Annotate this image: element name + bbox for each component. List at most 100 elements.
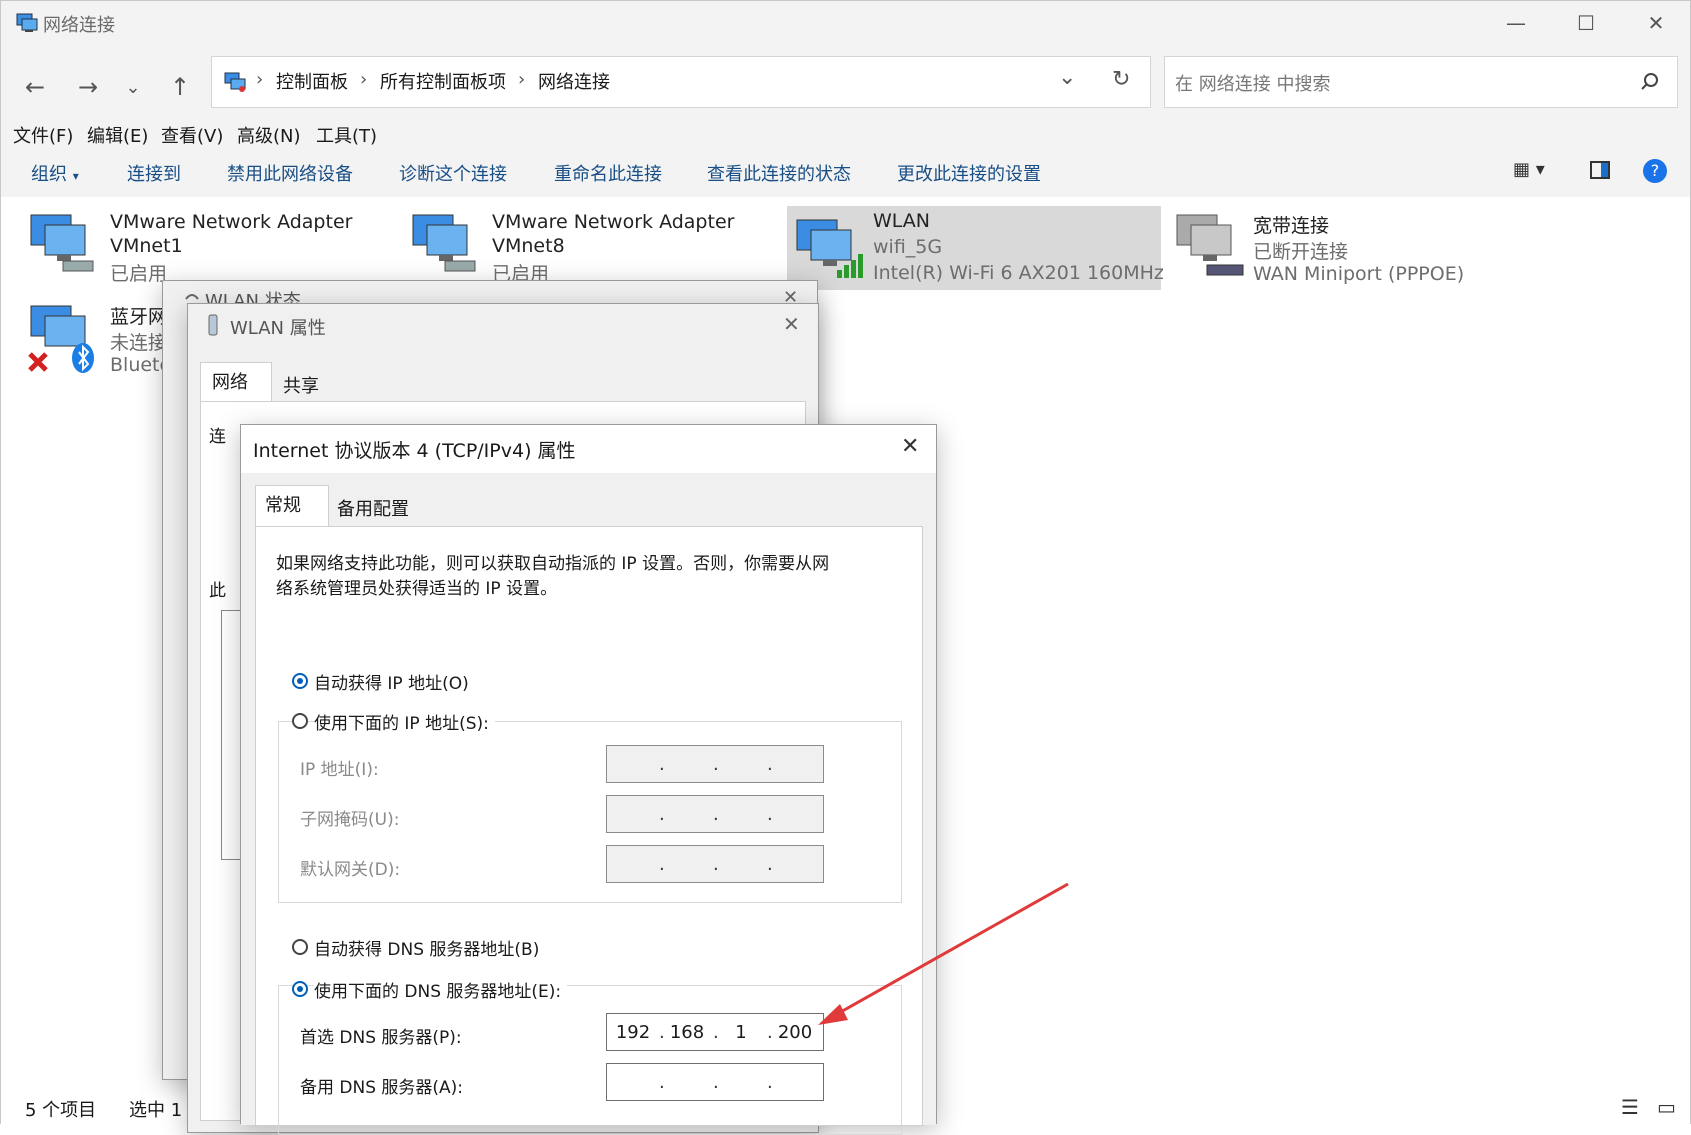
bluetooth-adapter-icon xyxy=(28,305,94,373)
up-button[interactable]: ↑ xyxy=(162,69,198,105)
view-options-icon[interactable]: ▦ ▾ xyxy=(1513,159,1545,180)
arrow-up-icon: ↑ xyxy=(169,73,191,101)
manual-dns-radio[interactable] xyxy=(292,981,308,997)
back-button[interactable]: ← xyxy=(17,69,53,105)
organize-button[interactable]: 组织 ▾ xyxy=(31,160,79,186)
large-icons-view-icon[interactable]: ▭ xyxy=(1657,1095,1676,1119)
default-gateway-label: 默认网关(D): xyxy=(300,860,401,880)
maximize-button[interactable]: ☐ xyxy=(1551,1,1621,45)
preferred-dns-field[interactable]: 192. 168. 1. 200 xyxy=(606,1013,824,1051)
control-panel-icon xyxy=(224,71,248,98)
dialog-title: Internet 协议版本 4 (TCP/IPv4) 属性 xyxy=(253,440,576,462)
window-title: 网络连接 xyxy=(43,15,115,36)
menu-view[interactable]: 查看(V) xyxy=(161,122,223,148)
list-item-broadband[interactable]: 宽带连接 已断开连接 WAN Miniport (PPPOE) xyxy=(1173,207,1573,287)
list-item-vmnet1[interactable]: VMware Network Adapter VMnet1 已启用 xyxy=(27,207,367,285)
menu-advanced[interactable]: 高级(N) xyxy=(237,122,301,148)
breadcrumb-all-items[interactable]: 所有控制面板项 xyxy=(380,68,506,94)
diagnose-button[interactable]: 诊断这个连接 xyxy=(399,160,507,186)
preview-pane-icon[interactable] xyxy=(1590,161,1610,179)
menu-tools[interactable]: 工具(T) xyxy=(316,122,377,148)
list-item-bluetooth[interactable]: 蓝牙网 未连接 Blueto xyxy=(27,298,177,378)
auto-dns-radio[interactable] xyxy=(292,939,308,955)
connection-name: VMware Network Adapter xyxy=(110,211,353,233)
wifi-icon xyxy=(185,294,199,300)
connection-status: wifi_5G xyxy=(873,236,943,258)
breadcrumb-control-panel[interactable]: 控制面板 xyxy=(276,68,348,94)
address-bar[interactable]: › 控制面板 › 所有控制面板项 › 网络连接 ⌄ ↻ xyxy=(211,56,1151,108)
list-item-wlan[interactable]: WLAN wifi_5G Intel(R) Wi-Fi 6 AX201 160M… xyxy=(787,206,1164,290)
dns-octet-3: 1 xyxy=(735,1021,747,1043)
wifi-adapter-icon xyxy=(796,219,863,278)
manual-ip-label: 使用下面的 IP 地址(S): xyxy=(314,709,495,734)
menu-edit[interactable]: 编辑(E) xyxy=(87,122,148,148)
refresh-icon[interactable]: ↻ xyxy=(1112,67,1130,92)
tab-general-label: 常规 xyxy=(265,495,301,516)
item-count: 5 个项目 xyxy=(25,1100,97,1121)
description-line1: 如果网络支持此功能，则可以获取自动指派的 IP 设置。否则，你需要从网 xyxy=(276,554,830,574)
selected-count: 选中 1 xyxy=(129,1100,183,1121)
connection-device: WAN Miniport (PPPOE) xyxy=(1253,263,1465,285)
recent-locations-button[interactable]: ⌄ xyxy=(115,69,151,105)
alternate-dns-label: 备用 DNS 服务器(A): xyxy=(300,1078,464,1098)
breadcrumb-separator: › xyxy=(360,69,368,90)
search-box[interactable]: 在 网络连接 中搜索 xyxy=(1164,56,1678,108)
tab-sharing[interactable]: 共享 xyxy=(283,372,319,398)
close-icon[interactable]: ✕ xyxy=(901,434,919,459)
maximize-icon: ☐ xyxy=(1577,11,1595,35)
subnet-mask-label: 子网掩码(U): xyxy=(300,810,400,830)
caret-down-icon: ▾ xyxy=(72,169,79,183)
connect-to-button[interactable]: 连接到 xyxy=(127,160,181,186)
connection-name: 蓝牙网 xyxy=(110,306,168,328)
description-line2: 络系统管理员处获得适当的 IP 设置。 xyxy=(276,579,558,599)
search-input[interactable]: 在 网络连接 中搜索 xyxy=(1175,70,1330,96)
close-button[interactable]: ✕ xyxy=(1621,1,1691,45)
change-settings-button[interactable]: 更改此连接的设置 xyxy=(897,160,1041,186)
arrow-right-icon: → xyxy=(77,73,99,101)
network-adapter-icon xyxy=(412,214,476,272)
auto-ip-label: 自动获得 IP 地址(O) xyxy=(314,669,469,694)
general-tab-panel: 如果网络支持此功能，则可以获取自动指派的 IP 设置。否则，你需要从网 络系统管… xyxy=(255,526,923,1135)
address-dropdown-icon[interactable]: ⌄ xyxy=(1058,65,1076,90)
connection-status: 已断开连接 xyxy=(1253,241,1349,263)
list-item-vmnet8[interactable]: VMware Network Adapter VMnet8 已启用 xyxy=(409,207,749,285)
connection-status: 已启用 xyxy=(110,263,168,285)
ip-address-field[interactable]: ... xyxy=(606,745,824,783)
menu-file[interactable]: 文件(F) xyxy=(13,122,73,148)
annotation-arrow xyxy=(818,882,1069,1025)
connection-name-line2: VMnet8 xyxy=(492,235,565,257)
search-icon[interactable] xyxy=(1639,71,1661,93)
breadcrumb-network-connections[interactable]: 网络连接 xyxy=(538,68,610,94)
default-gateway-field[interactable]: ... xyxy=(606,845,824,883)
view-status-button[interactable]: 查看此连接的状态 xyxy=(707,160,851,186)
connection-status: 未连接 xyxy=(110,332,168,354)
alternate-dns-field[interactable]: ... xyxy=(606,1063,824,1101)
title-bar xyxy=(1,1,1690,47)
connection-name: WLAN xyxy=(873,210,931,232)
network-connections-icon xyxy=(15,13,39,33)
minimize-icon: — xyxy=(1506,11,1526,35)
dns-octet-2: 168 xyxy=(669,1021,705,1043)
connection-name: VMware Network Adapter xyxy=(492,211,735,233)
organize-label: 组织 xyxy=(31,164,67,185)
auto-ip-radio[interactable] xyxy=(292,673,308,689)
connect-using-label: 连 xyxy=(209,427,226,447)
forward-button[interactable]: → xyxy=(70,69,106,105)
manual-ip-radio[interactable] xyxy=(292,713,308,729)
connection-name: 宽带连接 xyxy=(1253,215,1330,237)
disable-device-button[interactable]: 禁用此网络设备 xyxy=(227,160,353,186)
minimize-button[interactable]: — xyxy=(1481,1,1551,45)
tab-alternate-config[interactable]: 备用配置 xyxy=(337,495,409,521)
arrow-left-icon: ← xyxy=(24,73,46,101)
tab-network-label: 网络 xyxy=(212,372,248,393)
breadcrumb-separator: › xyxy=(256,69,264,90)
rename-button[interactable]: 重命名此连接 xyxy=(554,160,662,186)
auto-dns-label: 自动获得 DNS 服务器地址(B) xyxy=(314,935,540,960)
help-icon[interactable]: ? xyxy=(1643,159,1667,183)
subnet-mask-field[interactable]: ... xyxy=(606,795,824,833)
items-label: 此 xyxy=(209,581,226,601)
network-adapter-icon xyxy=(30,214,94,272)
breadcrumb-separator: › xyxy=(518,69,526,90)
close-icon[interactable]: ✕ xyxy=(783,312,800,336)
details-view-icon[interactable]: ☰ xyxy=(1621,1095,1639,1119)
